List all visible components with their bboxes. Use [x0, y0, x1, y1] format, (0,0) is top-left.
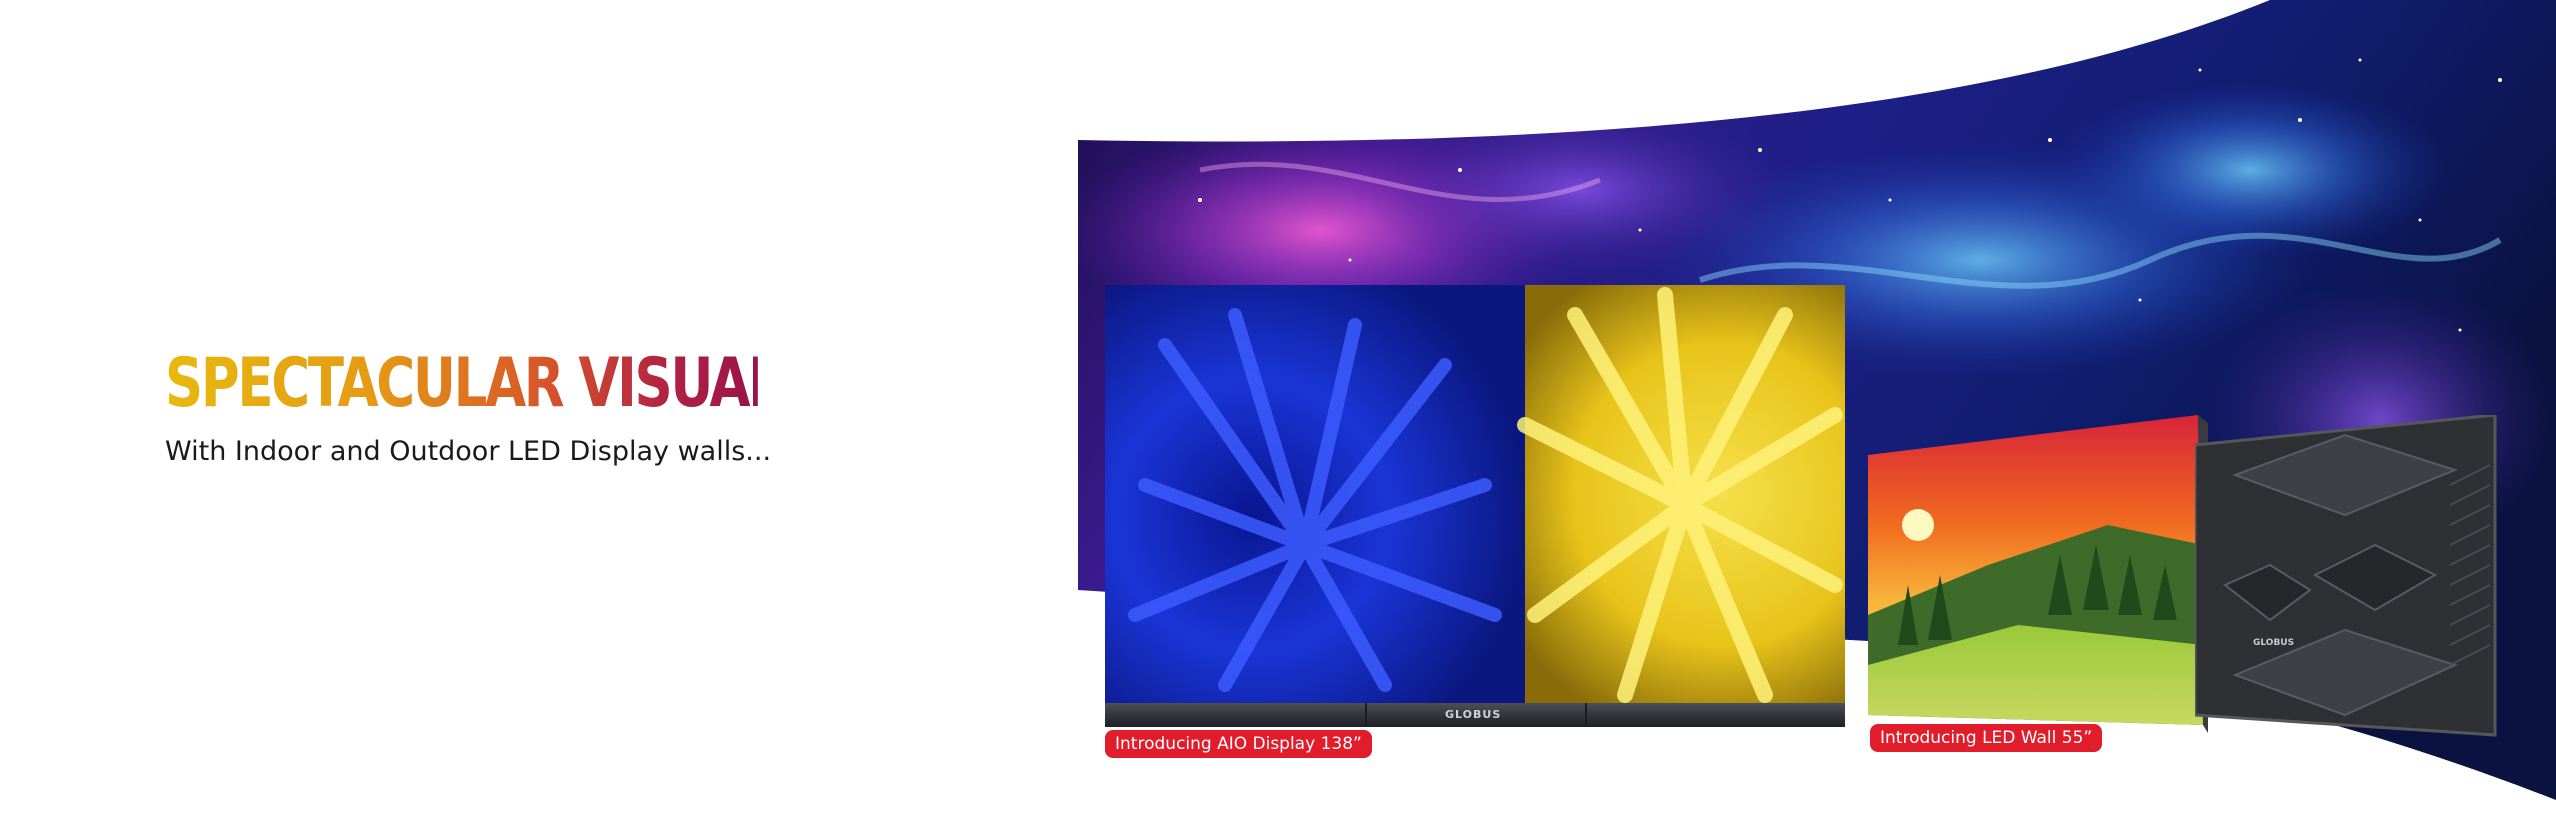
hero-headline: SPECTACULAR VISUALS: [165, 344, 818, 423]
bezel-divider: [1365, 703, 1367, 727]
aio-display-bezel: GLOBUS: [1105, 703, 1845, 727]
led-cabinet-back: GLOBUS: [2195, 415, 2497, 737]
led-wall-product: [1868, 415, 2208, 733]
bezel-divider: [1585, 703, 1587, 727]
led-wall-badge[interactable]: Introducing LED Wall 55”: [1870, 724, 2103, 752]
hero-text: SPECTACULAR VISUALS With Indoor and Outd…: [165, 344, 925, 468]
globus-logo: GLOBUS: [2253, 638, 2294, 648]
hero-subheadline: With Indoor and Outdoor LED Display wall…: [165, 436, 772, 467]
aio-display-screen: [1105, 285, 1845, 703]
hero-banner: SPECTACULAR VISUALS With Indoor and Outd…: [0, 0, 2556, 832]
chrysanthemum-image: [1105, 285, 1845, 703]
globus-logo: GLOBUS: [1445, 708, 1502, 721]
aio-display-badge[interactable]: Introducing AIO Display 138”: [1105, 730, 1372, 758]
aio-display-product: GLOBUS: [1105, 285, 1845, 727]
